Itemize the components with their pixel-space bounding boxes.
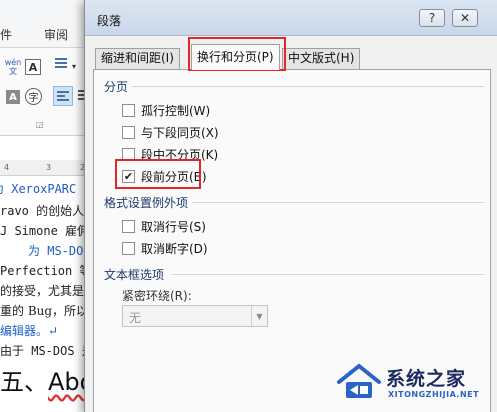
dont-hyphenate-checkbox[interactable]: 取消断字(D): [122, 240, 208, 257]
menu-item-partial[interactable]: 件: [0, 26, 12, 43]
doc-line: J Simone 雇佣: [0, 224, 90, 238]
highlight-option-box: [115, 159, 201, 189]
checkbox-box[interactable]: [122, 104, 135, 117]
doc-line: 为 XeroxPARC: [0, 182, 77, 196]
doc-line: 编辑器。↵: [0, 324, 59, 338]
bullet-list-icon[interactable]: [55, 58, 67, 68]
house-logo-icon: [337, 363, 381, 398]
char-border-button[interactable]: A: [25, 59, 41, 75]
checkbox-box[interactable]: [122, 220, 135, 233]
enclose-char-button[interactable]: 字: [25, 88, 42, 105]
tight-wrap-select[interactable]: 无 ▼: [122, 305, 268, 327]
tight-wrap-value: 无: [129, 311, 142, 325]
checkbox-box[interactable]: [122, 242, 135, 255]
chevron-down-icon[interactable]: ▼: [251, 306, 267, 326]
tight-wrap-label: 紧密环绕(R):: [122, 289, 192, 303]
watermark: 系统之家 XITONGZHIJIA.NET: [336, 358, 497, 412]
doc-line: 重的 Bug，所以: [0, 304, 89, 318]
doc-line: Perfection 等: [0, 264, 92, 278]
phonetic-guide-icon[interactable]: wén 文: [4, 56, 22, 78]
menu-item-review[interactable]: 审阅: [44, 26, 68, 43]
suppress-line-numbers-checkbox[interactable]: 取消行号(S): [122, 218, 206, 235]
doc-heading: 五、Abo: [0, 368, 95, 396]
watermark-url: XITONGZHIJIA.NET: [388, 390, 480, 399]
widow-control-checkbox[interactable]: 孤行控制(W): [122, 102, 210, 119]
tab-asian-typography[interactable]: 中文版式(H): [282, 48, 361, 69]
paragraph-dialog: 段落 ? ✕ 缩进和间距(I) 换行和分页(P) 中文版式(H) 分页 孤行控制…: [84, 0, 497, 412]
close-button[interactable]: ✕: [452, 9, 478, 27]
format-exceptions-group-title: 格式设置例外项: [104, 196, 189, 210]
dialog-title: 段落: [97, 14, 122, 28]
doc-line: 的接受，尤其是: [0, 284, 85, 298]
char-shading-button[interactable]: A: [6, 90, 20, 104]
divider: [172, 274, 484, 275]
pagination-group-title: 分页: [104, 80, 129, 94]
doc-line: ravo 的创始人: [0, 204, 85, 218]
dialog-launcher-icon[interactable]: ◲: [36, 120, 44, 129]
watermark-name: 系统之家: [386, 368, 467, 390]
help-button[interactable]: ?: [419, 9, 445, 27]
dialog-titlebar[interactable]: 段落 ? ✕: [85, 0, 497, 36]
doc-line: 由于 MS-DOS 是: [0, 344, 94, 358]
checkbox-box[interactable]: [122, 126, 135, 139]
keep-with-next-checkbox[interactable]: 与下段同页(X): [122, 124, 219, 141]
doc-line: 为 MS-DOS: [28, 244, 91, 258]
chevron-down-icon[interactable]: ▾: [72, 62, 76, 71]
divider: [192, 202, 484, 203]
tab-strip: 缩进和间距(I) 换行和分页(P) 中文版式(H): [85, 36, 497, 70]
tab-indents-spacing[interactable]: 缩进和间距(I): [95, 48, 180, 69]
tab-line-page-breaks[interactable]: 换行和分页(P): [191, 44, 280, 70]
divider: [132, 86, 484, 87]
textbox-group-title: 文本框选项: [104, 268, 165, 282]
align-left-icon[interactable]: [53, 86, 73, 106]
